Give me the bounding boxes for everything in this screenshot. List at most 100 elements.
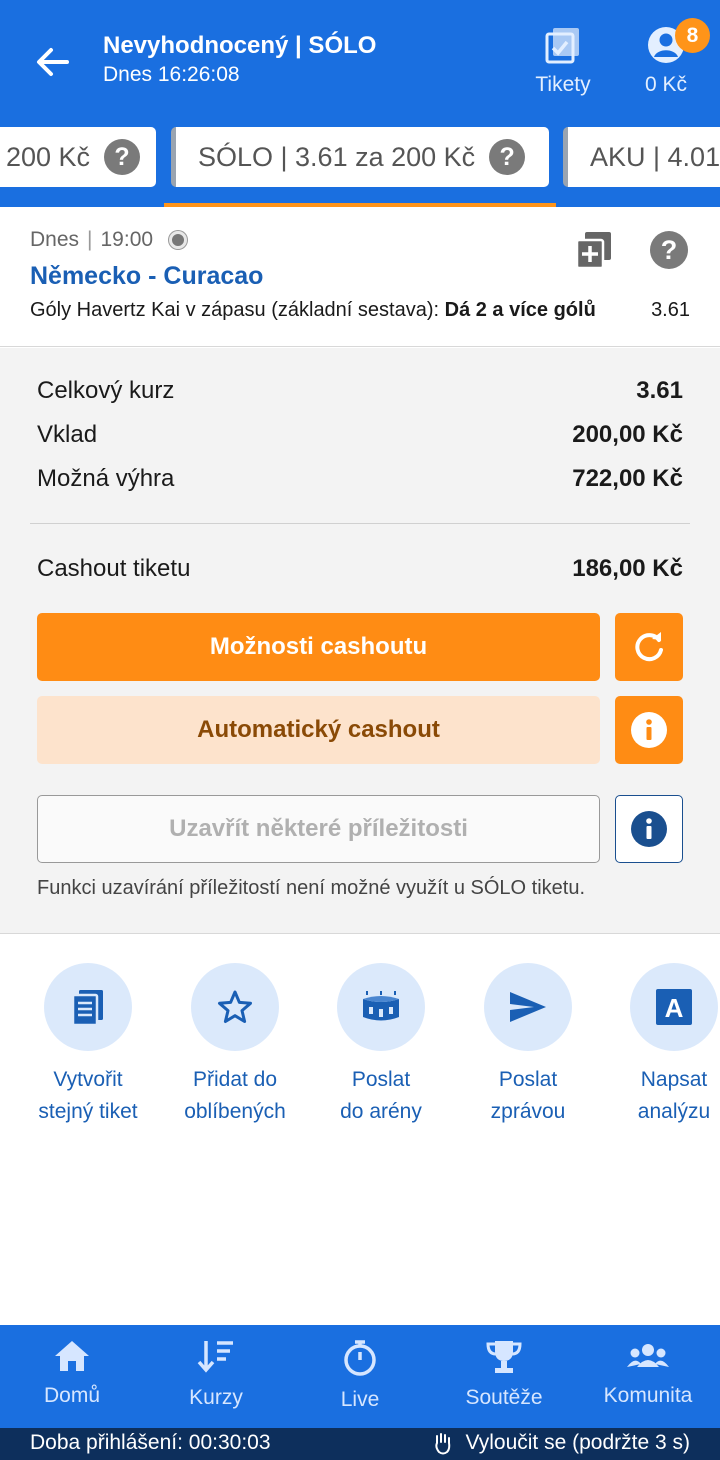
ticket-copy-icon [71,990,103,1026]
app-header: Nevyhodnocený | SÓLO Dnes 16:26:08 Tiket… [0,0,720,207]
nav-odds[interactable]: Kurzy [144,1339,288,1410]
analysis-icon: A [656,989,692,1025]
stopwatch-icon [344,1340,376,1376]
action-icon-circle [44,963,132,1051]
bet-market: Góly Havertz Kai v zápasu (základní sest… [30,299,440,321]
ticket-actions: Vytvořit stejný tiket Přidat do oblíbený… [0,963,720,1163]
total-odds-label: Celkový kurz [37,377,175,404]
bet-selection: Góly Havertz Kai v zápasu (základní sest… [30,299,596,322]
action-send-to-arena[interactable]: Poslat do arény [306,963,456,1128]
arena-icon [363,991,399,1021]
odds-icon [197,1341,233,1373]
refresh-icon [635,632,663,662]
tickets-button[interactable]: Tikety [528,26,598,97]
tab-ticket-aku[interactable]: AKU | 4.01 [563,127,720,187]
tab-ticket-previous[interactable]: 200 Kč ? [0,127,156,187]
session-status-bar: Doba přihlášení: 00:30:03 Vyloučit se (p… [0,1428,720,1460]
bet-details: Dnes | 19:00 Německo - Curacao Góly Have… [0,207,720,347]
hand-icon [434,1433,450,1455]
action-icon-circle: A [630,963,718,1051]
refresh-button[interactable] [615,613,683,681]
action-send-message[interactable]: Poslat zprávou [453,963,603,1128]
nav-label: Soutěže [465,1386,543,1409]
info-icon [631,712,667,748]
nav-community[interactable]: Komunita [576,1339,720,1408]
bet-odds: 3.61 [651,299,690,321]
action-label-line: Vytvořit [53,1068,123,1091]
help-icon: ? [104,139,141,175]
stake-row: Vklad 200,00 Kč [37,421,683,449]
nav-live[interactable]: Live [288,1339,432,1412]
balance-label: 0 Kč [644,73,688,96]
action-write-analysis[interactable]: A Napsat analýzu [599,963,720,1128]
action-label-line: stejný tiket [38,1100,138,1123]
event-day: Dnes [30,228,80,251]
star-icon [218,990,252,1023]
add-copy-icon[interactable] [576,231,612,269]
action-icon-circle [191,963,279,1051]
action-create-same-ticket[interactable]: Vytvořit stejný tiket [13,963,163,1128]
bottom-navigation: Domů Kurzy Live Soutěže Komunita [0,1325,720,1428]
nav-label: Domů [43,1384,101,1407]
session-time: Doba přihlášení: 00:30:03 [30,1431,271,1454]
action-label-line: Poslat [498,1068,558,1091]
tab-ticket-solo[interactable]: SÓLO | 3.61 za 200 Kč ? [171,127,549,187]
svg-text:A: A [665,993,684,1023]
divider [30,523,690,524]
back-button[interactable] [30,40,74,84]
self-exclude-button[interactable]: Vyloučit se (podržte 3 s) [432,1431,690,1455]
home-icon [55,1341,89,1371]
event-name[interactable]: Německo - Curacao [30,262,263,291]
cashout-value: 186,00 Kč [572,555,683,582]
info-icon [631,811,667,847]
action-icon-circle [337,963,425,1051]
close-some-bets-button[interactable]: Uzavřít některé příležitosti [37,795,600,863]
cashout-options-button[interactable]: Možnosti cashoutu [37,613,600,681]
arrow-left-icon [37,48,69,76]
community-icon [627,1344,669,1367]
auto-cashout-info-button[interactable] [615,696,683,764]
action-add-favorites[interactable]: Přidat do oblíbených [160,963,310,1128]
ticket-check-icon [545,28,579,64]
page-subtitle: Dnes 16:26:08 [103,63,240,86]
nav-home[interactable]: Domů [0,1339,144,1408]
football-icon [169,231,188,249]
cashout-row: Cashout tiketu 186,00 Kč [37,555,683,583]
action-label: Poslat zprávou [453,1064,603,1128]
action-label-line: Poslat [351,1068,411,1091]
action-label: Přidat do oblíbených [160,1064,310,1128]
cashout-label: Cashout tiketu [37,555,191,582]
help-icon[interactable]: ? [650,231,688,269]
send-icon [510,992,546,1022]
nav-competitions[interactable]: Soutěže [432,1339,576,1410]
possible-win-value: 722,00 Kč [572,465,683,492]
action-label: Poslat do arény [306,1064,456,1128]
action-label-line: oblíbených [184,1100,286,1123]
nav-label: Live [340,1388,380,1411]
tab-label: SÓLO | 3.61 za 200 Kč [198,141,476,172]
nav-label: Komunita [603,1384,693,1407]
action-label-line: Napsat [640,1068,708,1091]
event-time: 19:00 [100,228,154,251]
close-some-info-button[interactable] [615,795,683,863]
tab-label: AKU | 4.01 [590,141,720,172]
separator: | [87,228,93,251]
tab-label: 200 Kč [6,141,91,172]
stake-label: Vklad [37,421,98,448]
possible-win-row: Možná výhra 722,00 Kč [37,465,683,493]
action-label-line: do arény [340,1100,422,1123]
nav-label: Kurzy [189,1386,243,1409]
action-label-line: zprávou [490,1100,566,1123]
auto-cashout-button[interactable]: Automatický cashout [37,696,600,764]
action-label: Vytvořit stejný tiket [13,1064,163,1128]
help-icon: ? [489,139,526,175]
action-label-line: Přidat do [192,1068,278,1091]
notification-badge: 8 [675,18,710,53]
action-icon-circle [484,963,572,1051]
ticket-summary: Celkový kurz 3.61 Vklad 200,00 Kč Možná … [0,348,720,934]
bet-outcome: Dá 2 a více gólů [444,299,596,321]
action-label-line: analýzu [637,1100,711,1123]
stake-value: 200,00 Kč [572,421,683,448]
self-exclude-label: Vyloučit se (podržte 3 s) [465,1431,690,1454]
solo-note: Funkci uzavírání příležitostí není možné… [37,877,586,899]
